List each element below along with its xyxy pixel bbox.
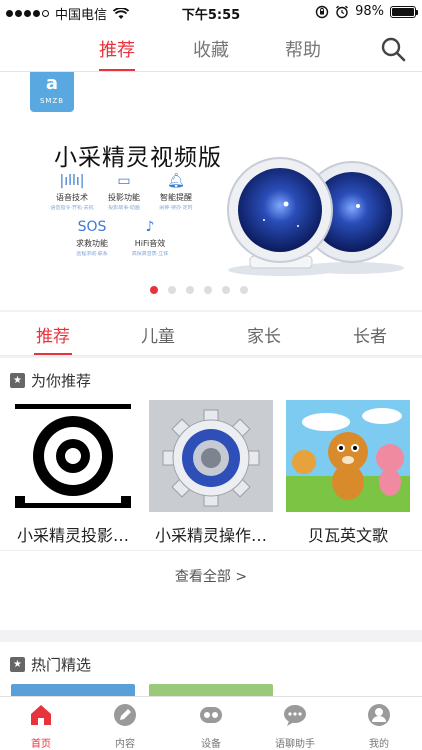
rotation-lock-icon — [315, 5, 329, 18]
tabbar-label: 语聊助手 — [275, 739, 315, 750]
tabbar-content[interactable]: 内容 — [90, 703, 160, 750]
feature-hifi: ♪ HiFi音效 高保真音质·立体 — [122, 218, 178, 258]
pager-dot[interactable] — [240, 286, 248, 294]
tabbar-label: 内容 — [115, 739, 135, 750]
banner-carousel[interactable]: a SMZB 小采精灵视频版 |ıllı| 语音技术 语音指令·开机·关机 ▭ … — [0, 72, 422, 310]
feature-name: 投影功能 — [108, 193, 140, 202]
active-tab-underline — [99, 69, 135, 71]
card-title: 贝瓦英文歌 — [307, 526, 388, 545]
content-pencil-icon — [114, 704, 136, 726]
feature-name: 求救功能 — [76, 239, 108, 248]
tab-favorites[interactable]: 收藏 — [176, 36, 246, 62]
sos-icon: SOS — [77, 219, 107, 235]
card-title: 小采精灵投影… — [16, 526, 129, 545]
battery-fill — [392, 7, 414, 16]
projector-icon: ▭ — [117, 173, 131, 189]
search-icon[interactable] — [380, 36, 406, 62]
speaker-gear-image — [149, 400, 273, 512]
hot-section: ★ 热门精选 — [0, 642, 422, 698]
top-nav: 推荐 收藏 帮助 — [0, 24, 422, 72]
section-header: ★ 热门精选 — [10, 654, 91, 675]
tabbar-home[interactable]: 首页 — [6, 703, 76, 750]
card-thumbnail — [11, 400, 135, 512]
cartoon-beavers-image — [286, 400, 410, 512]
status-bar: 中国电信 下午5:55 98% — [0, 0, 422, 24]
category-tab-parents[interactable]: 家长 — [234, 322, 294, 347]
card-title: 小采精灵操作… — [154, 526, 267, 545]
status-right: 98% — [315, 4, 418, 19]
pager-dot[interactable] — [204, 286, 212, 294]
pager-dot[interactable] — [168, 286, 176, 294]
tabbar-chat-assistant[interactable]: 语聊助手 — [260, 703, 330, 750]
banner-title: 小采精灵视频版 — [54, 145, 222, 171]
category-tab-recommend[interactable]: 推荐 — [23, 322, 83, 347]
feature-desc: 远程求助·联系 — [76, 251, 108, 257]
pager-dot[interactable] — [186, 286, 194, 294]
tabbar-label: 我的 — [369, 739, 389, 750]
category-active-underline — [34, 353, 72, 355]
projection-logo-image — [11, 400, 135, 512]
feature-desc: 高保真音质·立体 — [131, 251, 169, 257]
see-all-button[interactable]: 查看全部 > — [0, 550, 422, 602]
tabbar-profile[interactable]: 我的 — [344, 703, 414, 750]
pager-dot[interactable] — [150, 286, 158, 294]
recommend-section: ★ 为你推荐 小采精灵投影… 小采精灵操作… 贝瓦英文歌 查看全部 > — [0, 358, 422, 630]
carousel-pager[interactable] — [150, 286, 248, 294]
product-speakers-image — [227, 157, 404, 276]
tabbar-label: 首页 — [31, 739, 51, 750]
tab-recommend[interactable]: 推荐 — [82, 36, 152, 62]
section-title: 热门精选 — [31, 656, 92, 674]
feature-desc: 闹钟·待办·定时 — [159, 205, 193, 211]
star-bookmark-icon: ★ — [10, 657, 25, 672]
bottom-tab-bar: 首页 内容 设备 语聊助手 我的 — [0, 696, 422, 750]
tabbar-label: 设备 — [201, 739, 221, 750]
card-thumbnail — [286, 400, 410, 512]
alarm-icon — [336, 5, 349, 18]
music-note-icon: ♪ — [145, 219, 155, 235]
recommend-card[interactable]: 小采精灵投影… — [11, 400, 135, 546]
recommend-card[interactable]: 小采精灵操作… — [149, 400, 273, 546]
category-tab-children[interactable]: 儿童 — [128, 322, 188, 347]
star-bookmark-icon: ★ — [10, 373, 25, 388]
logo-glyph: a — [45, 73, 59, 94]
feature-reminder: 🔔︎ 智能提醒 闹钟·待办·定时 — [148, 172, 204, 212]
category-tabs: 推荐 儿童 家长 长者 — [0, 312, 422, 356]
feature-projection: ▭ 投影功能 投影故事·动画 — [96, 172, 152, 212]
tabbar-device[interactable]: 设备 — [176, 703, 246, 750]
chat-bubble-icon — [284, 705, 306, 726]
logo-sub: SMZB — [39, 97, 65, 105]
device-icon — [200, 707, 222, 723]
user-profile-icon — [368, 704, 390, 726]
recommend-card[interactable]: 贝瓦英文歌 — [286, 400, 410, 546]
tab-help[interactable]: 帮助 — [268, 36, 338, 62]
home-icon — [31, 705, 51, 725]
feature-desc: 投影故事·动画 — [108, 205, 140, 211]
bell-icon: 🔔︎ — [167, 173, 185, 189]
section-header: ★ 为你推荐 — [10, 370, 91, 391]
battery-percent: 98% — [355, 4, 384, 19]
waveform-icon: |ıllı| — [59, 173, 85, 189]
feature-name: 智能提醒 — [160, 193, 192, 202]
pager-dot[interactable] — [222, 286, 230, 294]
feature-sos: SOS 求救功能 远程求助·联系 — [64, 218, 120, 258]
category-tab-seniors[interactable]: 长者 — [340, 322, 400, 347]
feature-voice: |ıllı| 语音技术 语音指令·开机·关机 — [44, 172, 100, 212]
brand-logo: a SMZB — [30, 72, 74, 112]
card-thumbnail — [149, 400, 273, 512]
section-title: 为你推荐 — [31, 372, 92, 390]
feature-name: 语音技术 — [56, 193, 88, 202]
feature-desc: 语音指令·开机·关机 — [50, 205, 94, 211]
feature-name: HiFi音效 — [134, 239, 166, 248]
battery-icon — [390, 5, 418, 18]
